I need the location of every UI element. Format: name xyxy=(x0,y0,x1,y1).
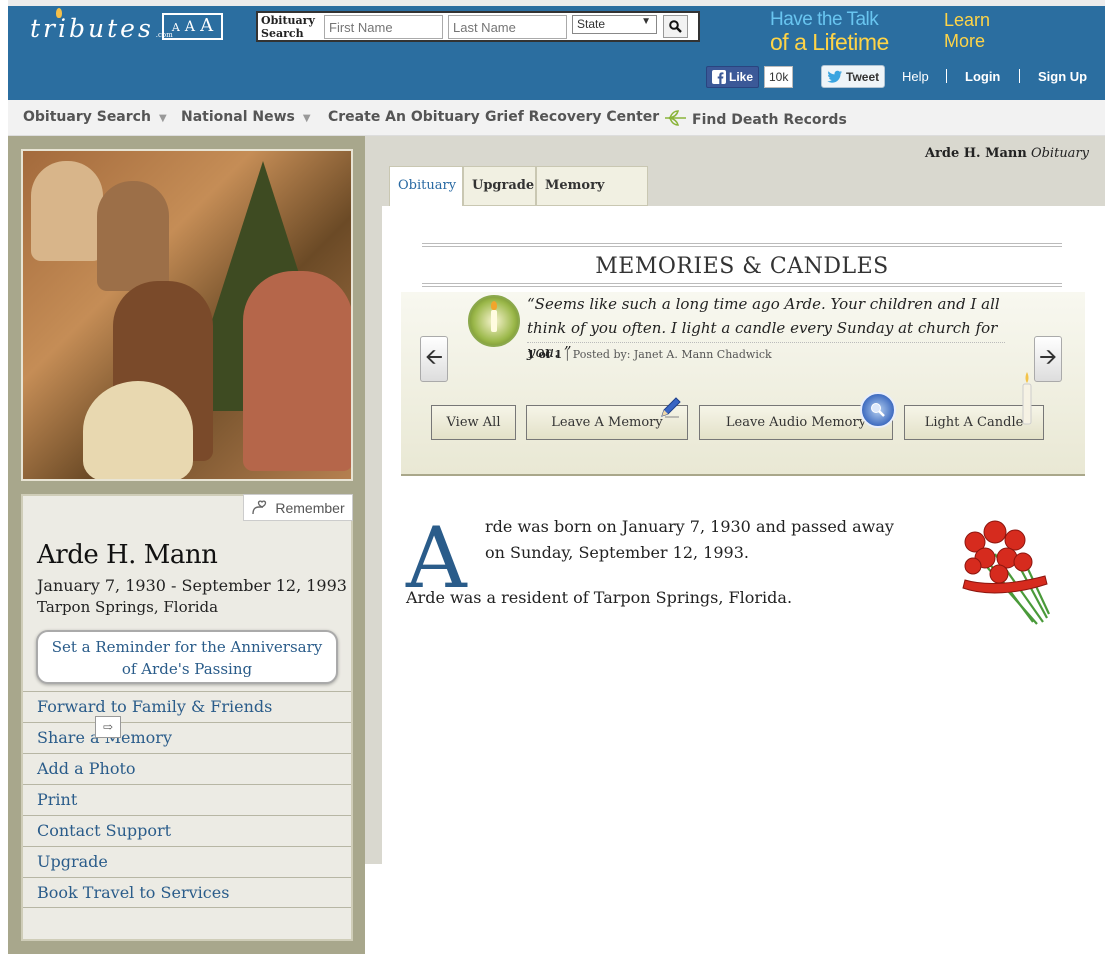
share-icon[interactable]: ⇨ xyxy=(95,716,121,738)
microphone-icon xyxy=(860,392,896,428)
divider xyxy=(946,69,947,83)
facebook-like-button[interactable]: Like xyxy=(706,66,760,88)
person-figure xyxy=(97,181,169,291)
family-photo[interactable] xyxy=(21,149,353,481)
obituary-paragraph: rde was born on January 7, 1930 and pass… xyxy=(485,517,894,562)
twitter-bird-icon xyxy=(827,70,842,83)
add-photo-link[interactable]: Add a Photo xyxy=(23,753,351,784)
memory-meta: 1 of 1 | Posted by: Janet A. Mann Chadwi… xyxy=(527,342,1005,361)
have-the-talk-promo[interactable]: Have the Talk of a Lifetime xyxy=(770,9,889,55)
facebook-icon xyxy=(712,70,726,84)
arrow-right-icon: 🡪 xyxy=(1039,345,1057,370)
contact-support-link[interactable]: Contact Support xyxy=(23,815,351,846)
memories-title: MEMORIES & CANDLES xyxy=(595,254,889,279)
state-select[interactable]: State ▼ xyxy=(572,15,657,34)
reminder-line1: Set a Reminder for the Anniversary xyxy=(51,638,323,656)
candle-icon xyxy=(468,295,520,347)
deceased-name: Arde H. Mann xyxy=(37,540,218,570)
nav-grief-recovery[interactable]: Grief Recovery Center xyxy=(485,109,659,125)
breadcrumb: Arde H. Mann Obituary xyxy=(924,146,1089,161)
main-nav: Obituary Search ▼ National News ▼ Create A… xyxy=(8,100,1105,136)
help-link[interactable]: Help xyxy=(902,69,929,84)
facebook-like-count: 10k xyxy=(764,66,794,88)
profile-action-list: Forward to Family & Friends Share a Memo… xyxy=(23,691,351,908)
tab-memory-book[interactable]: Memory Book xyxy=(536,166,648,231)
person-figure xyxy=(243,271,351,471)
set-reminder-button[interactable]: Set a Reminder for the Anniversary of Ar… xyxy=(36,630,338,684)
view-all-button[interactable]: View All xyxy=(431,405,516,440)
promo-line2: of a Lifetime xyxy=(770,29,889,55)
font-size-small[interactable]: A xyxy=(172,21,180,34)
deceased-dates: January 7, 1930 - September 12, 1993 xyxy=(37,576,347,595)
tributes-logo[interactable]: tributes .com xyxy=(30,8,173,43)
profile-sidebar: Remember Arde H. Mann January 7, 1930 - … xyxy=(8,136,365,954)
roses-bouquet-image xyxy=(962,520,1050,625)
learn-more-link[interactable]: Learn More xyxy=(944,10,990,52)
facebook-like-label: Like xyxy=(729,70,754,84)
small-candle-icon xyxy=(1022,372,1032,425)
tweet-label: Tweet xyxy=(846,69,880,84)
arrow-left-icon: 🡨 xyxy=(425,345,443,370)
site-header: tributes.com A A A Obituary Search State… xyxy=(8,0,1105,100)
memories-panel: “Seems like such a long time ago Arde. Y… xyxy=(401,292,1085,476)
promo-line1: Have the Talk xyxy=(770,9,879,30)
signup-link[interactable]: Sign Up xyxy=(1038,69,1087,84)
flame-icon xyxy=(56,8,62,18)
obituary-search-box: Obituary Search State ▼ xyxy=(256,11,700,42)
divider xyxy=(422,243,1062,247)
font-size-large[interactable]: A xyxy=(200,15,213,36)
remember-label: Remember xyxy=(275,499,345,516)
state-select-value: State xyxy=(577,17,606,31)
search-icon xyxy=(669,20,682,33)
chevron-down-icon: ▼ xyxy=(302,113,311,124)
pen-icon xyxy=(661,397,681,418)
font-size-medium[interactable]: A xyxy=(185,19,195,35)
dog-figure xyxy=(83,381,193,479)
obituary-paragraph: Arde was a resident of Tarpon Springs, F… xyxy=(406,588,793,607)
memory-counter: 1 of 1 xyxy=(527,348,563,361)
first-name-input[interactable] xyxy=(324,15,443,39)
reminder-line2: of Arde's Passing xyxy=(121,660,253,678)
nav-find-death-records[interactable]: Find Death Records xyxy=(664,109,847,128)
remember-button[interactable]: Remember xyxy=(243,494,353,521)
forward-to-family-link[interactable]: Forward to Family & Friends xyxy=(23,691,351,722)
deceased-location: Tarpon Springs, Florida xyxy=(37,598,219,616)
next-memory-button[interactable]: 🡪 xyxy=(1034,336,1062,382)
nav-create-obituary[interactable]: Create An Obituary xyxy=(328,109,480,125)
logo-text: tributes xyxy=(30,14,154,43)
search-button[interactable] xyxy=(663,15,688,38)
tab-upgrade[interactable]: Upgrade xyxy=(463,166,536,206)
memory-posted-by: | Posted by: Janet A. Mann Chadwick xyxy=(565,348,772,361)
upgrade-link[interactable]: Upgrade xyxy=(23,846,351,877)
previous-memory-button[interactable]: 🡨 xyxy=(420,336,448,382)
last-name-input[interactable] xyxy=(448,15,567,39)
chevron-down-icon: ▼ xyxy=(158,113,167,124)
divider xyxy=(1019,69,1020,83)
person-figure xyxy=(31,161,103,261)
print-link[interactable]: Print xyxy=(23,784,351,815)
login-link[interactable]: Login xyxy=(965,69,1000,84)
deceased-info-panel: Remember Arde H. Mann January 7, 1930 - … xyxy=(21,494,353,941)
nav-obituary-search[interactable]: Obituary Search ▼ xyxy=(23,109,167,125)
tab-obituary[interactable]: Obituary xyxy=(389,166,463,207)
share-memory-link[interactable]: Share a Memory xyxy=(23,722,351,753)
book-travel-link[interactable]: Book Travel to Services xyxy=(23,877,351,908)
dropdown-arrow-icon: ▼ xyxy=(641,16,651,27)
search-label: Obituary Search xyxy=(261,14,315,40)
hand-heart-icon xyxy=(252,499,267,514)
nav-national-news[interactable]: National News ▼ xyxy=(181,109,311,125)
font-size-control[interactable]: A A A xyxy=(162,13,223,40)
divider xyxy=(422,283,1062,287)
leaf-branch-icon xyxy=(665,110,686,126)
tweet-button[interactable]: Tweet xyxy=(821,65,886,88)
